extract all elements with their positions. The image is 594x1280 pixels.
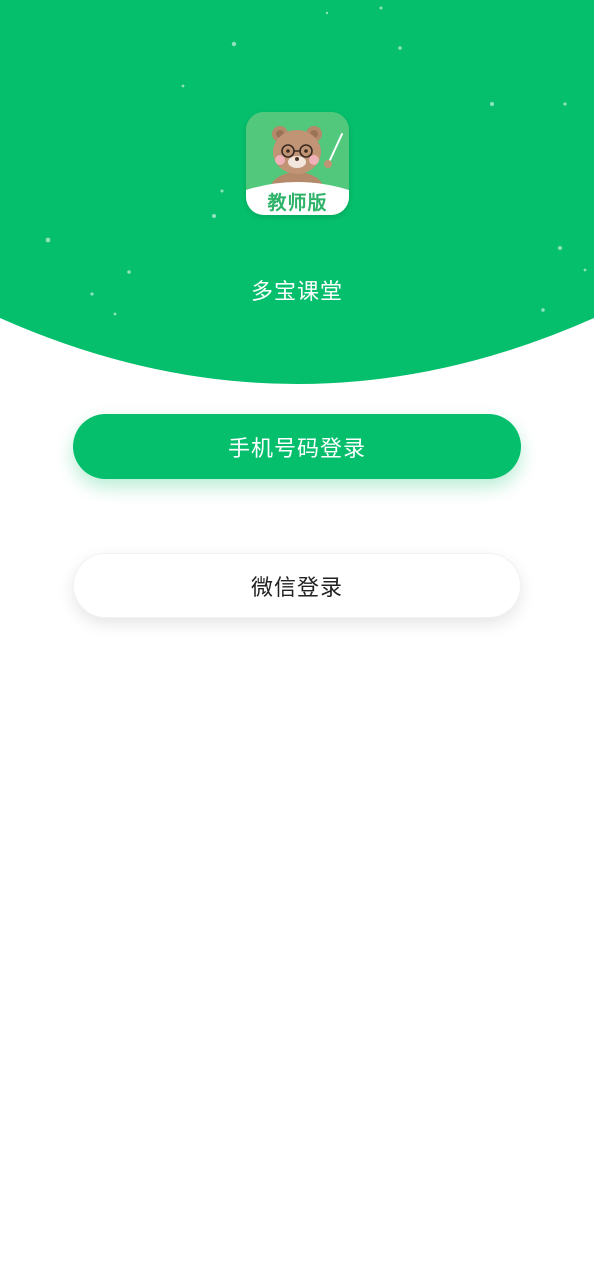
app-icon: 教师版 <box>246 112 349 215</box>
wechat-login-button[interactable]: 微信登录 <box>73 553 521 618</box>
phone-login-button[interactable]: 手机号码登录 <box>73 414 521 479</box>
header-banner: 教师版 多宝课堂 <box>0 0 594 390</box>
app-icon-badge: 教师版 <box>267 192 328 214</box>
wechat-login-label: 微信登录 <box>250 575 343 601</box>
app-name: 多宝课堂 <box>250 280 343 305</box>
phone-login-label: 手机号码登录 <box>227 436 366 462</box>
